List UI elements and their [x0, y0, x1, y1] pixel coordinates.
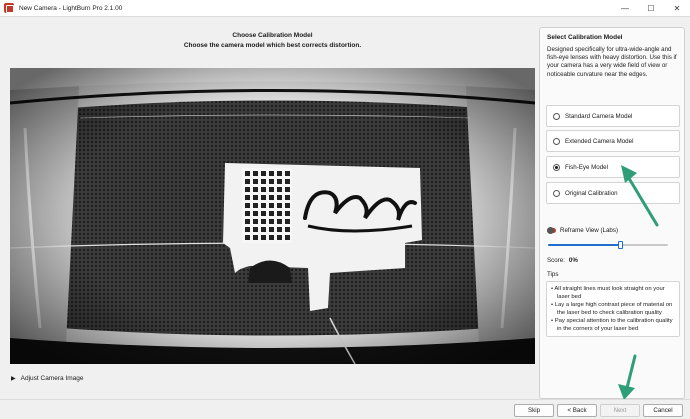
- score-value: 0%: [568, 257, 578, 264]
- camera-preview-image: [10, 68, 535, 364]
- tips-box: • All straight lines must look straight …: [546, 281, 680, 337]
- radio-fisheye-selected[interactable]: [553, 163, 560, 171]
- model-option-label: Extended Camera Model: [565, 137, 634, 145]
- radio-original[interactable]: [553, 189, 560, 197]
- slider-fill: [548, 244, 620, 246]
- score-label: Score:: [547, 257, 565, 264]
- dialog-body: Choose Calibration Model Choose the came…: [0, 16, 690, 419]
- reframe-view-toggle[interactable]: Reframe View (Labs): [547, 227, 618, 234]
- minimize-button[interactable]: —: [612, 0, 638, 16]
- close-button[interactable]: ✕: [664, 0, 690, 16]
- window-title: New Camera - LightBurn Pro 2.1.00: [19, 4, 123, 12]
- tip-item: • All straight lines must look straight …: [551, 286, 665, 300]
- model-option-standard[interactable]: Standard Camera Model: [546, 105, 680, 127]
- page-subtitle: Choose the camera model which best corre…: [183, 42, 362, 49]
- panel-title: Select Calibration Model: [547, 34, 623, 41]
- annotation-arrow-fisheye: [621, 165, 659, 227]
- model-option-extended[interactable]: Extended Camera Model: [546, 130, 680, 152]
- slider-thumb[interactable]: [617, 241, 623, 249]
- score-readout: Score: 0%: [547, 257, 578, 264]
- model-description: Designed specifically for ultra-wide-ang…: [547, 46, 677, 78]
- maximize-button[interactable]: ☐: [638, 0, 664, 16]
- chevron-right-icon: ▶: [11, 376, 16, 382]
- model-option-label: Standard Camera Model: [565, 112, 633, 120]
- cancel-button[interactable]: Cancel: [643, 404, 683, 417]
- radio-standard[interactable]: [553, 112, 560, 120]
- tips-label: Tips: [547, 271, 559, 278]
- skip-button[interactable]: Skip: [514, 404, 554, 417]
- page-title: Choose Calibration Model: [232, 32, 313, 39]
- adjust-camera-image-toggle[interactable]: ▶ Adjust Camera Image: [11, 375, 84, 382]
- model-option-label: Original Calibration: [565, 189, 618, 197]
- model-option-label: Fish-Eye Model: [565, 163, 608, 171]
- adjust-camera-image-label: Adjust Camera Image: [20, 375, 84, 382]
- radio-extended[interactable]: [553, 137, 560, 145]
- dialog-footer: Skip < Back Next Cancel: [0, 399, 690, 419]
- reframe-slider[interactable]: [548, 240, 668, 250]
- reframe-view-label: Reframe View (Labs): [560, 227, 619, 234]
- back-button[interactable]: < Back: [557, 404, 597, 417]
- title-bar: New Camera - LightBurn Pro 2.1.00 — ☐ ✕: [0, 0, 690, 16]
- camera-preview[interactable]: [10, 68, 535, 364]
- page-heading: Choose Calibration Model Choose the came…: [0, 31, 545, 51]
- annotation-arrow-next: [618, 354, 637, 400]
- lightburn-app-icon: [4, 3, 14, 13]
- tip-item: • Lay a large high contrast piece of mat…: [551, 302, 673, 316]
- tip-item: • Pay special attention to the calibrati…: [551, 318, 673, 332]
- toggle-switch-icon[interactable]: [547, 227, 556, 234]
- window-controls: — ☐ ✕: [612, 0, 690, 16]
- next-button[interactable]: Next: [600, 404, 640, 417]
